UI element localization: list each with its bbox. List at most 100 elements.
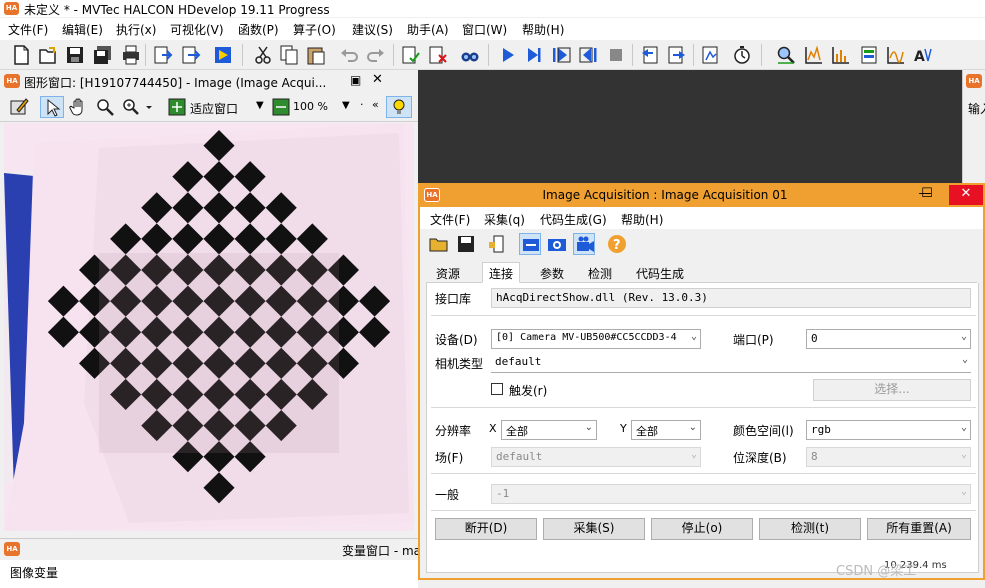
menu-file[interactable]: 文件(F) xyxy=(8,21,48,38)
bit-depth-dropdown[interactable]: 8 ⌄ xyxy=(806,447,971,467)
zoom-percent-icon[interactable] xyxy=(270,96,292,118)
fit-window-icon[interactable] xyxy=(166,96,188,118)
halcon-app-icon: HA xyxy=(4,2,19,15)
close-icon[interactable]: ✕ xyxy=(949,185,983,205)
trigger-checkbox[interactable] xyxy=(491,383,503,395)
general-dropdown[interactable]: -1 ⌄ xyxy=(491,484,971,504)
delete-icon[interactable] xyxy=(427,44,449,66)
trigger-label[interactable]: 触发(r) xyxy=(509,382,547,399)
menu-operators[interactable]: 算子(O) xyxy=(293,21,336,38)
chevron-down-icon[interactable]: ▼ xyxy=(342,100,350,122)
export-icon[interactable] xyxy=(152,44,174,66)
jump-icon[interactable] xyxy=(666,44,688,66)
menu-execute[interactable]: 执行(x) xyxy=(116,21,156,38)
find-icon[interactable] xyxy=(459,44,481,66)
step-icon[interactable] xyxy=(523,44,545,66)
menu-functions[interactable]: 函数(P) xyxy=(238,21,279,38)
open-folder-icon[interactable] xyxy=(428,233,450,255)
menu-assistants[interactable]: 助手(A) xyxy=(407,21,449,38)
redo-icon[interactable] xyxy=(365,44,387,66)
zoom-window-icon[interactable] xyxy=(775,44,797,66)
undo-icon[interactable] xyxy=(338,44,360,66)
y-resolution-label: Y xyxy=(620,422,627,435)
reset-icon[interactable] xyxy=(639,44,661,66)
fit-window-label[interactable]: 适应窗口 xyxy=(190,100,238,122)
gray-histogram-icon[interactable] xyxy=(858,44,880,66)
stop-icon[interactable] xyxy=(605,44,627,66)
stop-button[interactable]: 停止(o) xyxy=(651,518,753,540)
detect-button[interactable]: 检测(t) xyxy=(759,518,861,540)
run-icon[interactable] xyxy=(497,44,519,66)
copy-icon[interactable] xyxy=(278,44,300,66)
overflow-chevron-icon[interactable]: « xyxy=(372,98,379,120)
dock-pin-icon[interactable]: ▣ xyxy=(350,73,361,87)
x-resolution-dropdown[interactable]: 全部 ⌄ xyxy=(501,420,597,440)
dialog-menu-file[interactable]: 文件(F) xyxy=(430,211,470,228)
ocr-assistant-icon[interactable]: A xyxy=(912,44,934,66)
save-icon[interactable] xyxy=(64,44,86,66)
print-icon[interactable] xyxy=(120,44,142,66)
tab-connection[interactable]: 连接 xyxy=(482,262,521,283)
snap-button[interactable]: 采集(S) xyxy=(543,518,645,540)
menu-edit[interactable]: 编辑(E) xyxy=(62,21,103,38)
live-video-icon[interactable] xyxy=(573,233,595,255)
more-icon[interactable]: · xyxy=(360,98,364,120)
tab-code-generation[interactable]: 代码生成 xyxy=(630,263,690,283)
edit-icon[interactable] xyxy=(8,96,30,118)
dialog-menu-help[interactable]: 帮助(H) xyxy=(621,211,663,228)
chevron-down-icon[interactable]: ▼ xyxy=(256,100,264,122)
import-icon[interactable] xyxy=(180,44,202,66)
snap-camera-icon[interactable] xyxy=(546,233,568,255)
color-space-value: rgb xyxy=(811,423,831,436)
tab-parameters[interactable]: 参数 xyxy=(534,263,570,283)
y-resolution-dropdown[interactable]: 全部 ⌄ xyxy=(631,420,701,440)
interface-icon[interactable] xyxy=(486,233,508,255)
tab-inspect[interactable]: 检测 xyxy=(582,263,618,283)
select-button[interactable]: 选择... xyxy=(813,379,971,401)
general-value: -1 xyxy=(496,487,510,500)
profiler-icon[interactable] xyxy=(699,44,721,66)
check-icon[interactable] xyxy=(400,44,422,66)
menu-window[interactable]: 窗口(W) xyxy=(462,21,507,38)
field-dropdown[interactable]: default ⌄ xyxy=(491,447,701,467)
zoom-percent-label[interactable]: 100 % xyxy=(293,100,328,122)
menu-help[interactable]: 帮助(H) xyxy=(522,21,564,38)
maximize-icon[interactable]: ☐ xyxy=(910,185,944,205)
camera-type-value: default xyxy=(495,355,542,368)
camera-type-dropdown[interactable]: default ⌄ xyxy=(491,353,971,373)
zoom-icon[interactable] xyxy=(120,96,154,118)
dialog-menu-codegen[interactable]: 代码生成(G) xyxy=(540,211,607,228)
menu-suggestions[interactable]: 建议(S) xyxy=(352,21,393,38)
step-over-icon[interactable] xyxy=(550,44,572,66)
histogram-icon[interactable] xyxy=(803,44,825,66)
magnifier-icon[interactable] xyxy=(94,96,116,118)
feature-histogram-icon[interactable] xyxy=(885,44,907,66)
step-into-icon[interactable] xyxy=(577,44,599,66)
connect-icon[interactable] xyxy=(519,233,541,255)
reset-all-button[interactable]: 所有重置(A) xyxy=(867,518,971,540)
port-label: 端口(P) xyxy=(733,333,774,347)
pointer-icon[interactable] xyxy=(40,96,64,118)
dialog-menu-acquire[interactable]: 采集(q) xyxy=(484,211,525,228)
save-icon[interactable] xyxy=(455,233,477,255)
new-file-icon[interactable] xyxy=(10,44,32,66)
pan-hand-icon[interactable] xyxy=(68,96,90,118)
run-script-icon[interactable] xyxy=(212,44,234,66)
calibration-image[interactable] xyxy=(4,123,414,531)
save-all-icon[interactable] xyxy=(92,44,114,66)
open-file-icon[interactable] xyxy=(37,44,59,66)
color-space-dropdown[interactable]: rgb ⌄ xyxy=(806,420,971,440)
lightbulb-icon[interactable] xyxy=(386,96,412,118)
tab-resources[interactable]: 资源 xyxy=(430,263,466,283)
port-dropdown[interactable]: 0 ⌄ xyxy=(806,329,971,349)
menu-visualize[interactable]: 可视化(V) xyxy=(170,21,224,38)
close-icon[interactable]: ✕ xyxy=(372,72,383,87)
timer-icon[interactable] xyxy=(731,44,753,66)
device-dropdown[interactable]: [0] Camera MV-UB500#CC5CCDD3-4 ⌄ xyxy=(491,329,701,349)
help-icon[interactable]: ? xyxy=(606,233,628,255)
paste-icon[interactable] xyxy=(305,44,327,66)
line-profile-icon[interactable] xyxy=(830,44,852,66)
bit-depth-value: 8 xyxy=(811,450,818,463)
cut-icon[interactable] xyxy=(252,44,274,66)
disconnect-button[interactable]: 断开(D) xyxy=(435,518,537,540)
